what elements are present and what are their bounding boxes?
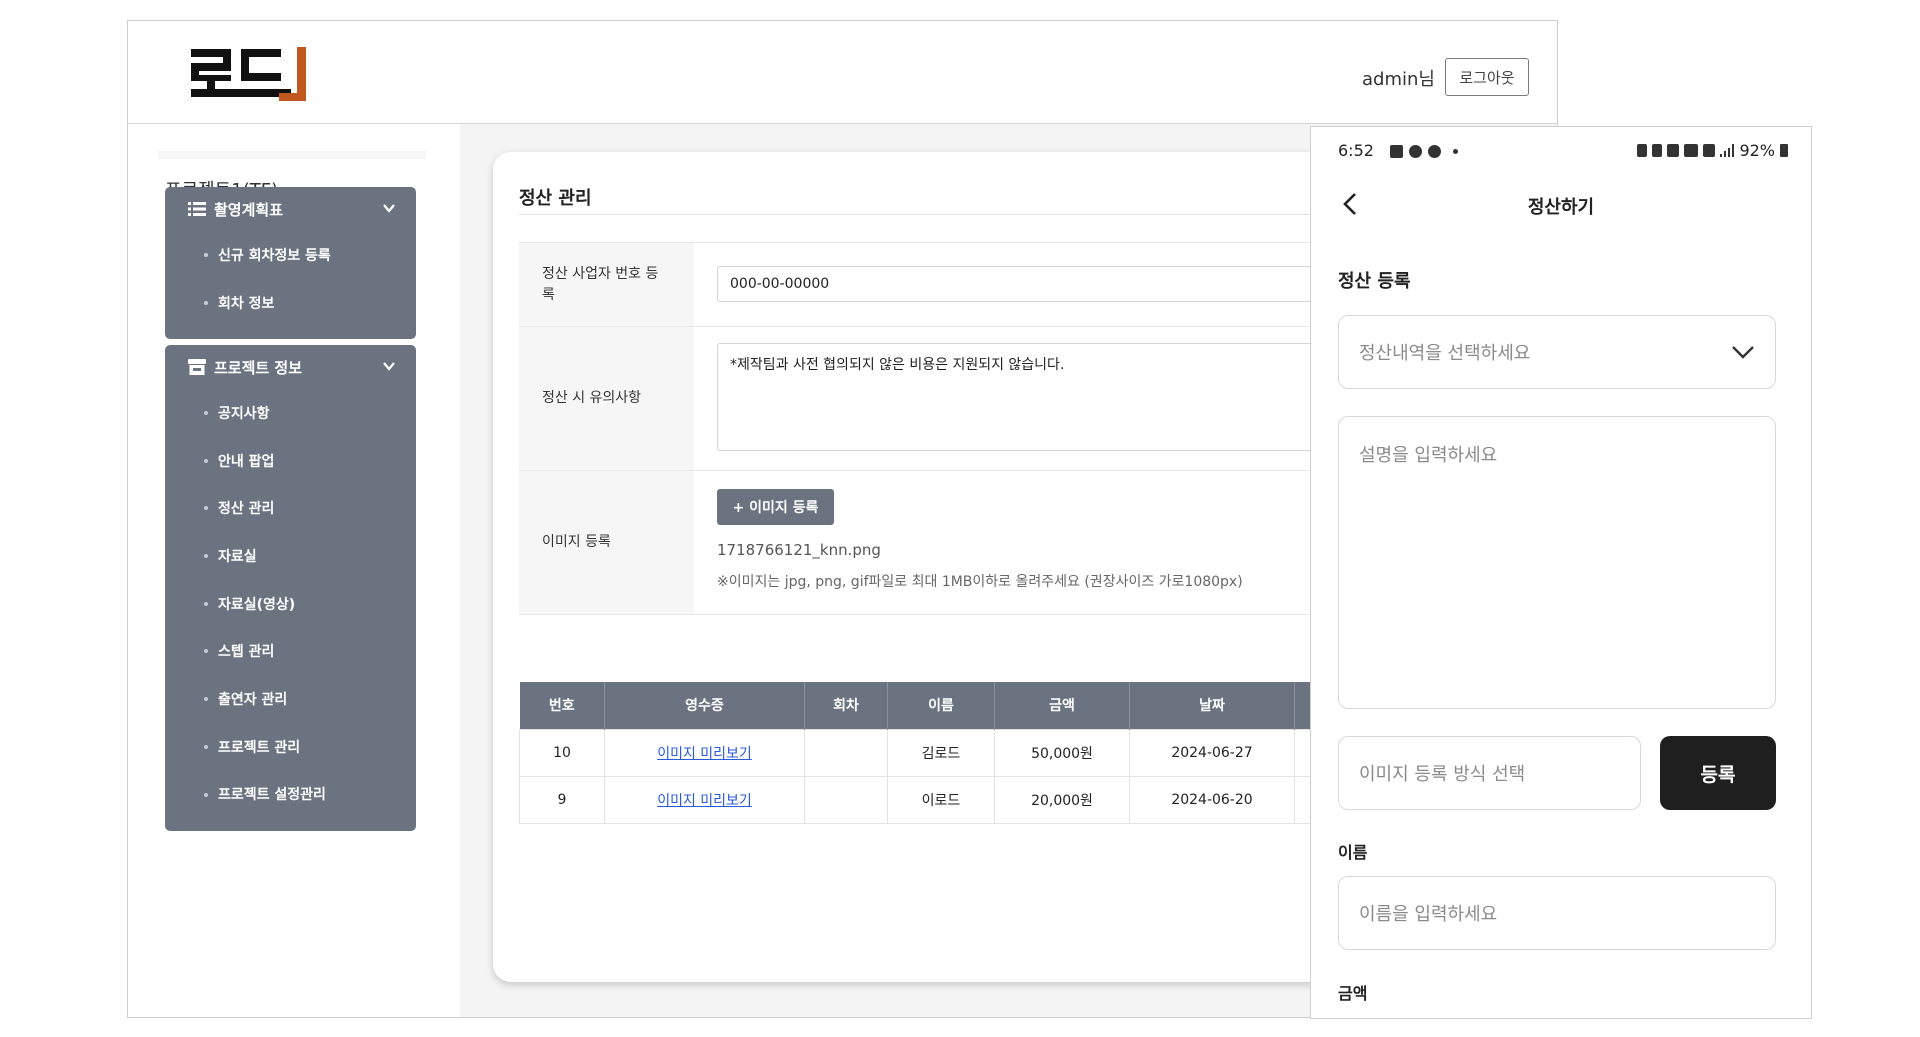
- app-icon: [1428, 145, 1441, 158]
- table-header-cell: 날짜: [1129, 682, 1295, 729]
- row-episode: [804, 775, 888, 824]
- menu-head-shooting-plan[interactable]: 촬영계획표: [165, 187, 416, 231]
- name-input[interactable]: 이름을 입력하세요: [1338, 876, 1776, 950]
- logo[interactable]: [191, 47, 319, 103]
- notice-label: 정산 시 유의사항: [519, 327, 694, 470]
- table-header-cell: 회차: [804, 682, 888, 729]
- admin-user-label: admin님: [1362, 69, 1435, 90]
- image-method-select[interactable]: 이미지 등록 방식 선택: [1338, 736, 1641, 810]
- admin-header: admin님 로그아웃: [128, 21, 1557, 124]
- row-date: 2024-06-27: [1129, 728, 1295, 777]
- add-image-button[interactable]: + 이미지 등록: [717, 489, 834, 525]
- row-no: 9: [519, 775, 605, 824]
- sidebar-item-archive-video[interactable]: 자료실(영상): [165, 580, 416, 628]
- battery-percent: 92%: [1739, 141, 1775, 160]
- sidebar: 프로젝트1(TF) 촬영계획표 신규 회차정보 등록 회차 정보: [128, 124, 460, 1017]
- menu-group-project-info: 프로젝트 정보 공지사항 안내 팝업 정산 관리 자료실 자료실(영상) 스텝 …: [165, 345, 416, 831]
- store-icon: [188, 359, 206, 375]
- sidebar-item-episode-info[interactable]: 회차 정보: [165, 279, 416, 327]
- menu-group-shooting-plan: 촬영계획표 신규 회차정보 등록 회차 정보: [165, 187, 416, 339]
- row-amount: 50,000원: [994, 728, 1130, 777]
- image-label: 이미지 등록: [519, 471, 694, 614]
- row-name: 이로드: [887, 775, 995, 824]
- chevron-down-icon: [1732, 346, 1754, 359]
- uploaded-file-name: 1718766121_knn.png: [717, 541, 881, 559]
- page-title: 정산 관리: [519, 188, 592, 209]
- sidebar-item-popup[interactable]: 안내 팝업: [165, 437, 416, 485]
- mobile-screen: 6:52 92% 정산하기 정산 등록 정산내역을 선택하세요 설명을 입력하세…: [1310, 126, 1812, 1019]
- image-note: ※이미지는 jpg, png, gif파일로 최대 1MB이하로 올려주세요 (…: [717, 574, 1243, 590]
- settlement-table: 번호 영수증 회차 이름 금액 날짜 10 이미지 미리보기 김로드 50,00…: [519, 682, 1335, 824]
- table-header-cell: 이름: [887, 682, 995, 729]
- table-row: 9 이미지 미리보기 이로드 20,000원 2024-06-20: [519, 775, 1335, 824]
- menu-head-label: 프로젝트 정보: [214, 358, 303, 377]
- list-icon: [188, 201, 206, 217]
- logout-button[interactable]: 로그아웃: [1445, 58, 1529, 96]
- sidebar-item-project-settings[interactable]: 프로젝트 설정관리: [165, 771, 416, 819]
- status-bar: 6:52 92%: [1338, 141, 1788, 163]
- table-header-cell: 영수증: [604, 682, 805, 729]
- battery-icon: [1780, 144, 1788, 157]
- register-button[interactable]: 등록: [1660, 736, 1776, 810]
- dot-icon: [1453, 149, 1458, 154]
- row-no: 10: [519, 728, 605, 777]
- chat-icon: [1409, 145, 1422, 158]
- menu-head-label: 촬영계획표: [214, 200, 284, 219]
- row-amount: 20,000원: [994, 775, 1130, 824]
- signal-icon: [1720, 144, 1735, 157]
- table-row: 10 이미지 미리보기 김로드 50,000원 2024-06-27: [519, 728, 1335, 777]
- menu-head-project-info[interactable]: 프로젝트 정보: [165, 345, 416, 389]
- sidebar-item-staff[interactable]: 스텝 관리: [165, 627, 416, 675]
- row-date: 2024-06-20: [1129, 775, 1295, 824]
- sidebar-item-notice[interactable]: 공지사항: [165, 389, 416, 437]
- gallery-icon: [1390, 145, 1403, 158]
- description-textarea[interactable]: 설명을 입력하세요: [1338, 416, 1776, 709]
- mute-icon: [1667, 144, 1680, 157]
- business-number-label: 정산 사업자 번호 등록: [519, 243, 694, 326]
- sidebar-divider: [158, 151, 426, 159]
- chevron-down-icon[interactable]: [382, 359, 396, 373]
- sidebar-item-cast[interactable]: 출연자 관리: [165, 675, 416, 723]
- table-header-cell: 금액: [994, 682, 1130, 729]
- alarm-icon: [1637, 144, 1648, 157]
- table-header-cell: 번호: [519, 682, 605, 729]
- mobile-page-title: 정산하기: [1527, 197, 1595, 218]
- table-header-row: 번호 영수증 회차 이름 금액 날짜: [519, 682, 1335, 729]
- select-placeholder: 정산내역을 선택하세요: [1359, 343, 1531, 364]
- name-label: 이름: [1338, 843, 1368, 862]
- chevron-down-icon[interactable]: [382, 201, 396, 215]
- amount-label: 금액: [1338, 984, 1368, 1003]
- network-icon: [1684, 144, 1699, 157]
- lte-icon: [1703, 144, 1716, 157]
- settlement-select[interactable]: 정산내역을 선택하세요: [1338, 315, 1776, 389]
- row-name: 김로드: [887, 728, 995, 777]
- section-title: 정산 등록: [1338, 271, 1411, 292]
- sidebar-item-project-manage[interactable]: 프로젝트 관리: [165, 723, 416, 771]
- receipt-preview-link[interactable]: 이미지 미리보기: [657, 746, 752, 762]
- bluetooth-icon: [1652, 144, 1663, 157]
- sidebar-item-archive[interactable]: 자료실: [165, 532, 416, 580]
- receipt-preview-link[interactable]: 이미지 미리보기: [657, 793, 752, 809]
- row-episode: [804, 728, 888, 777]
- sidebar-item-new-episode[interactable]: 신규 회차정보 등록: [165, 231, 416, 279]
- status-time: 6:52: [1338, 141, 1374, 160]
- sidebar-item-settlement[interactable]: 정산 관리: [165, 484, 416, 532]
